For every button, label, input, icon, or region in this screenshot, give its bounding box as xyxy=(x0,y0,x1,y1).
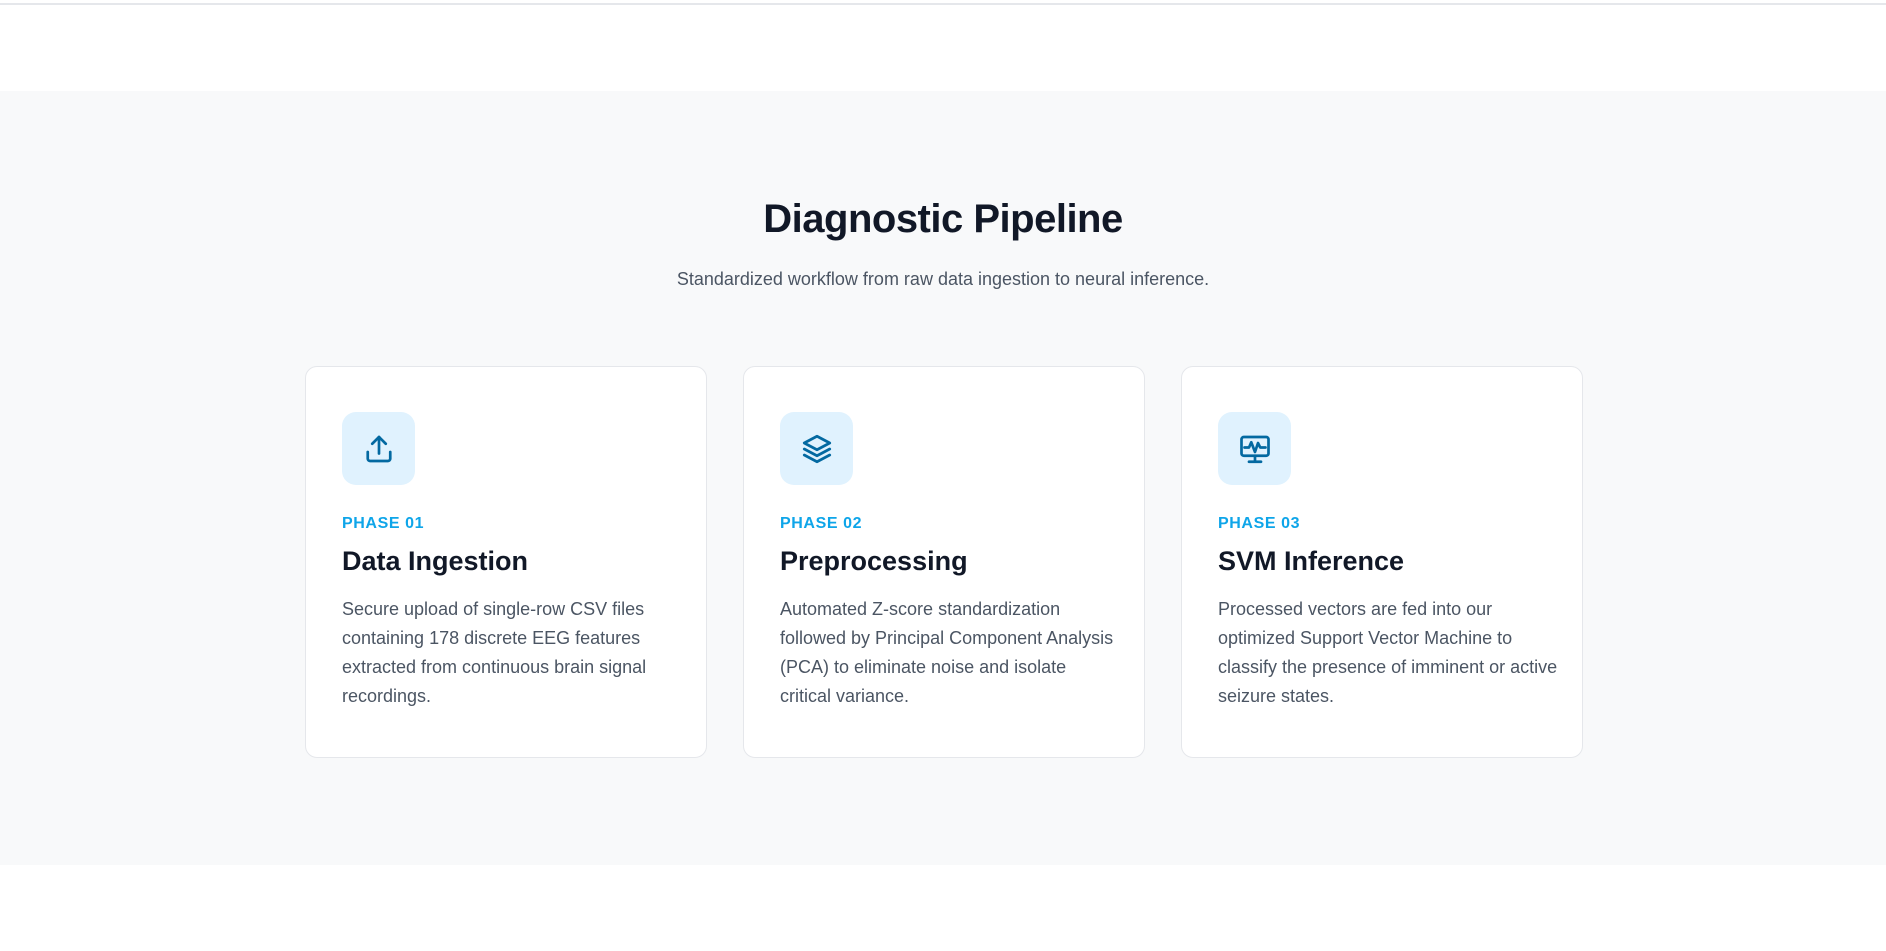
phase-card-preprocessing: PHASE 02 Preprocessing Automated Z-score… xyxy=(743,366,1145,758)
card-title: Preprocessing xyxy=(780,546,968,576)
header-strip xyxy=(0,5,1886,91)
layers-icon xyxy=(780,412,853,485)
phase-card-svm-inference: PHASE 03 SVM Inference Processed vectors… xyxy=(1181,366,1583,758)
card-description: Processed vectors are fed into our optim… xyxy=(1218,599,1558,706)
card-description: Secure upload of single-row CSV files co… xyxy=(342,599,647,706)
section-subtitle: Standardized workflow from raw data inge… xyxy=(676,269,1210,289)
section-title: Diagnostic Pipeline xyxy=(763,197,1123,241)
card-title: SVM Inference xyxy=(1218,546,1405,576)
monitor-waveform-icon xyxy=(1218,412,1291,485)
upload-icon xyxy=(342,412,415,485)
phase-label: PHASE 03 xyxy=(1218,515,1301,532)
phase-label: PHASE 02 xyxy=(780,515,863,532)
pipeline-section: Diagnostic Pipeline Standardized workflo… xyxy=(0,91,1886,865)
phase-card-data-ingestion: PHASE 01 Data Ingestion Secure upload of… xyxy=(305,366,707,758)
card-description: Automated Z-score standardization follow… xyxy=(780,599,1114,706)
phase-label: PHASE 01 xyxy=(342,515,425,532)
card-title: Data Ingestion xyxy=(342,546,529,576)
